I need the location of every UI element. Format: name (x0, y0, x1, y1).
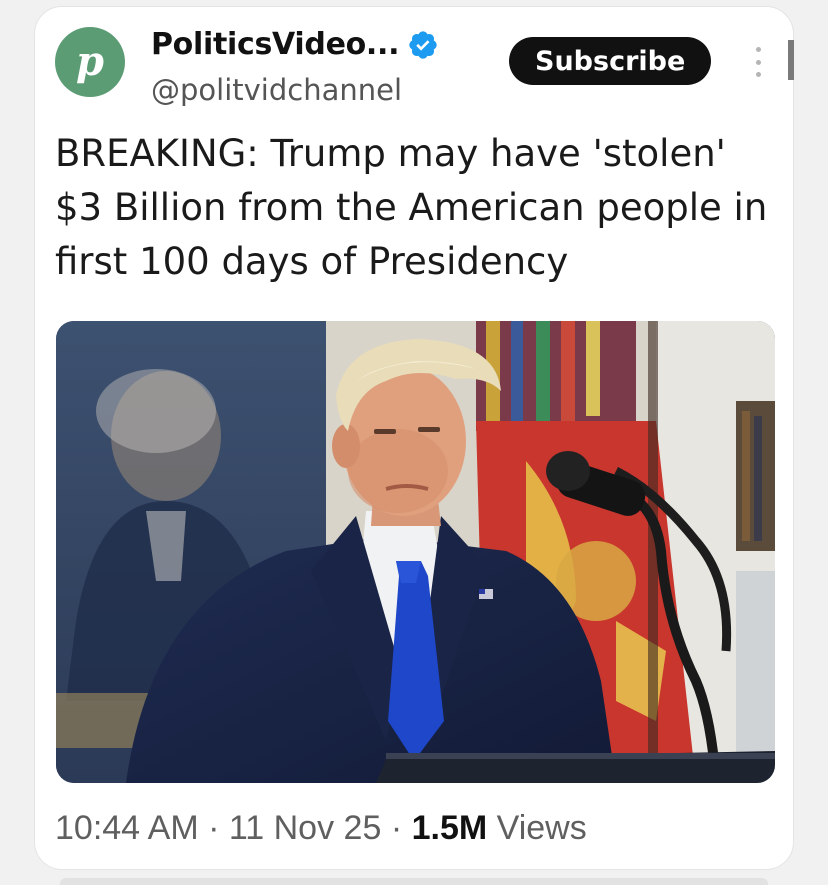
photo-illustration (56, 321, 775, 783)
views-label: Views (496, 809, 587, 847)
meta-separator: · (390, 809, 403, 847)
avatar[interactable]: p (55, 27, 125, 97)
more-dot (755, 47, 761, 52)
more-dot (755, 59, 761, 65)
more-dot (755, 72, 761, 77)
subscribe-button[interactable]: Subscribe (509, 37, 712, 85)
post-date[interactable]: 11 Nov 25 (229, 809, 381, 847)
author-name-row[interactable]: PoliticsVideo... (151, 27, 439, 62)
user-handle[interactable]: @politvidchannel (151, 73, 402, 107)
post-text: BREAKING: Trump may have 'stolen' $3 Bil… (55, 132, 768, 283)
next-post-edge (60, 878, 768, 885)
display-name[interactable]: PoliticsVideo... (151, 27, 400, 62)
post-media-photo[interactable] (56, 321, 775, 783)
meta-separator: · (208, 809, 220, 847)
more-options-icon[interactable] (751, 47, 765, 77)
verified-badge-icon (409, 30, 437, 59)
avatar-letter: p (76, 38, 104, 85)
post-metadata: 10:44 AM · 11 Nov 25 · 1.5M Views (55, 809, 587, 848)
views-count[interactable]: 1.5M (412, 809, 488, 847)
post-time[interactable]: 10:44 AM (55, 809, 199, 847)
post-card[interactable]: p PoliticsVideo... @politvidchannel Subs… (34, 6, 794, 870)
scrollbar-thumb[interactable] (788, 40, 794, 80)
